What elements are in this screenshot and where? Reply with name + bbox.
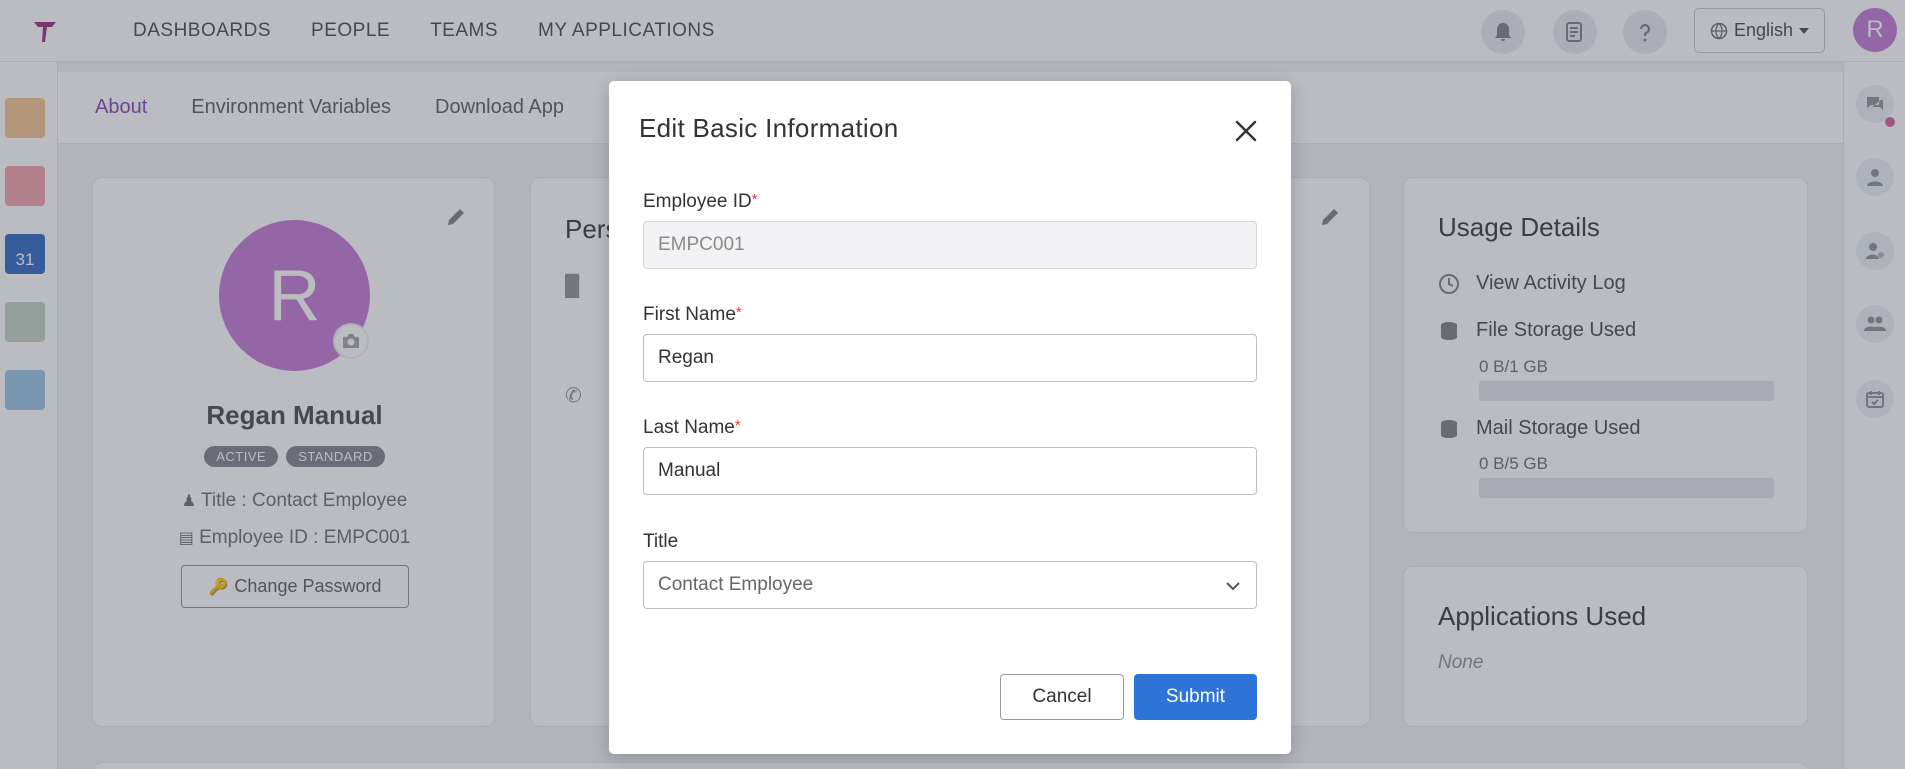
chevron-down-icon xyxy=(1226,582,1240,591)
title-select[interactable]: Contact Employee xyxy=(643,561,1257,609)
edit-basic-info-dialog: Edit Basic Information Employee ID* Firs… xyxy=(609,81,1291,754)
last-name-field[interactable] xyxy=(643,447,1257,495)
required-mark: * xyxy=(735,304,742,321)
cancel-button[interactable]: Cancel xyxy=(1000,674,1124,720)
first-name-label: First Name* xyxy=(643,304,742,326)
title-label: Title xyxy=(643,531,679,552)
employee-id-field xyxy=(643,221,1257,269)
title-select-value: Contact Employee xyxy=(658,574,814,595)
required-mark: * xyxy=(751,191,758,208)
required-mark: * xyxy=(734,417,741,434)
employee-id-label: Employee ID* xyxy=(643,191,758,213)
first-name-label-text: First Name xyxy=(643,304,736,325)
close-icon[interactable] xyxy=(1232,117,1260,145)
submit-button[interactable]: Submit xyxy=(1134,674,1257,720)
last-name-label-text: Last Name xyxy=(643,417,735,438)
first-name-field[interactable] xyxy=(643,334,1257,382)
last-name-label: Last Name* xyxy=(643,417,741,439)
dialog-title: Edit Basic Information xyxy=(639,113,899,143)
employee-id-label-text: Employee ID xyxy=(643,191,752,212)
